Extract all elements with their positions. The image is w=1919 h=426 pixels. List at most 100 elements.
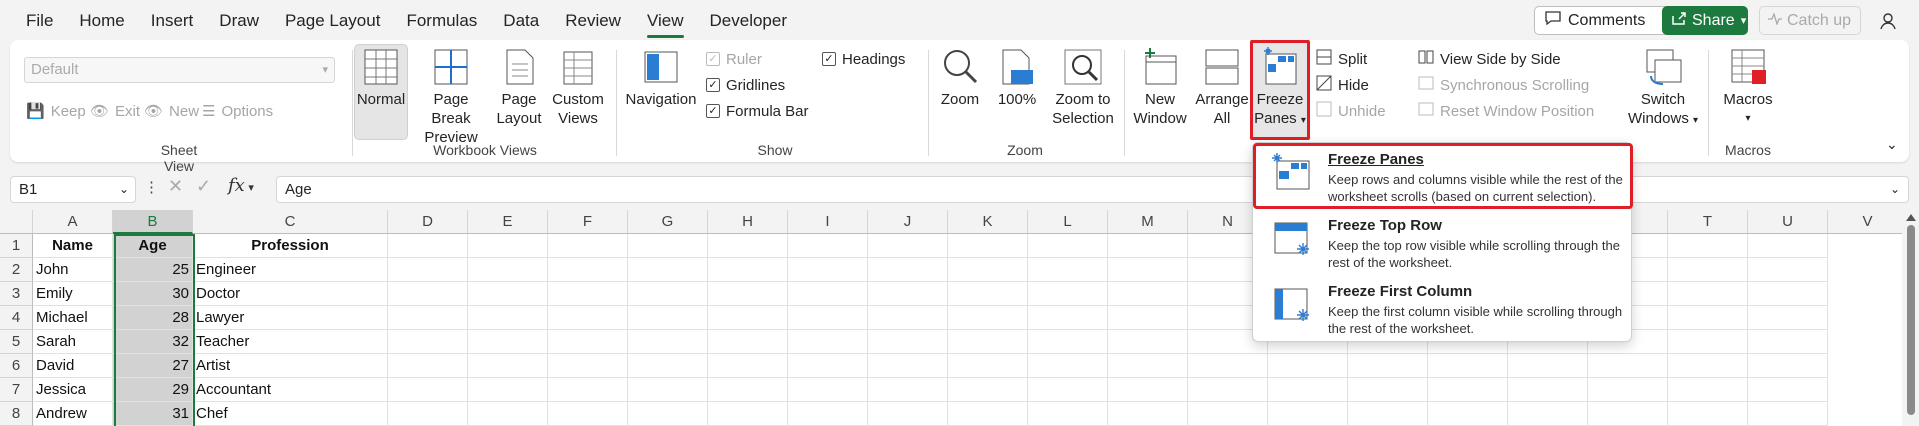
column-header-B[interactable]: B [113,210,193,234]
cell-H4[interactable] [708,306,788,330]
row-header-1[interactable]: 1 [0,234,33,258]
cell-M1[interactable] [1108,234,1188,258]
sheet-view-dropdown[interactable]: Default ▾ [24,57,335,83]
cell-F7[interactable] [548,378,628,402]
column-header-E[interactable]: E [468,210,548,234]
cell-J6[interactable] [868,354,948,378]
cell-E5[interactable] [468,330,548,354]
cell-O6[interactable] [1268,354,1348,378]
new-window-button[interactable]: New Window [1130,46,1190,128]
cell-C1[interactable]: Profession [193,234,388,258]
cell-H1[interactable] [708,234,788,258]
view-side-by-side-button[interactable]: View Side by Side [1418,48,1561,70]
zoom-100-button[interactable]: 100% [994,46,1040,109]
tab-data[interactable]: Data [490,0,552,40]
cell-G8[interactable] [628,402,708,426]
cell-B3[interactable]: 30 [113,282,193,306]
cell-P6[interactable] [1348,354,1428,378]
row-header-7[interactable]: 7 [0,378,33,402]
new-sheet-view-button[interactable]: 👁 New [144,100,199,122]
row-header-8[interactable]: 8 [0,402,33,426]
cell-F5[interactable] [548,330,628,354]
cell-L4[interactable] [1028,306,1108,330]
cell-A1[interactable]: Name [33,234,113,258]
cell-E3[interactable] [468,282,548,306]
column-header-L[interactable]: L [1028,210,1108,234]
cell-T2[interactable] [1668,258,1748,282]
freeze-panes-button[interactable]: Freeze Panes ▾ [1250,40,1310,140]
cell-J7[interactable] [868,378,948,402]
cell-L6[interactable] [1028,354,1108,378]
gridlines-checkbox[interactable]: ✓ Gridlines [706,74,785,96]
cell-G5[interactable] [628,330,708,354]
column-header-F[interactable]: F [548,210,628,234]
headings-checkbox[interactable]: ✓ Headings [822,48,905,70]
cell-I7[interactable] [788,378,868,402]
scroll-thumb[interactable] [1906,225,1915,415]
cell-R7[interactable] [1508,378,1588,402]
hide-button[interactable]: Hide [1316,74,1369,96]
normal-view-button[interactable]: Normal [356,46,406,109]
cell-U1[interactable] [1748,234,1828,258]
cell-J3[interactable] [868,282,948,306]
column-header-G[interactable]: G [628,210,708,234]
cell-J4[interactable] [868,306,948,330]
cell-M4[interactable] [1108,306,1188,330]
cell-N6[interactable] [1188,354,1268,378]
cell-C3[interactable]: Doctor [193,282,388,306]
column-header-K[interactable]: K [948,210,1028,234]
cell-J8[interactable] [868,402,948,426]
cell-C6[interactable]: Artist [193,354,388,378]
cell-T6[interactable] [1668,354,1748,378]
cell-M7[interactable] [1108,378,1188,402]
cell-S7[interactable] [1588,378,1668,402]
cell-A4[interactable]: Michael [33,306,113,330]
cell-M8[interactable] [1108,402,1188,426]
cell-T7[interactable] [1668,378,1748,402]
cell-U3[interactable] [1748,282,1828,306]
cell-E7[interactable] [468,378,548,402]
cell-U2[interactable] [1748,258,1828,282]
cell-M5[interactable] [1108,330,1188,354]
cell-L1[interactable] [1028,234,1108,258]
cell-F6[interactable] [548,354,628,378]
tab-view[interactable]: View [634,0,697,40]
cell-R8[interactable] [1508,402,1588,426]
tab-page-layout[interactable]: Page Layout [272,0,393,40]
cell-I5[interactable] [788,330,868,354]
freeze-first-column-menu-item[interactable]: Freeze First Column Keep the first colum… [1253,275,1633,339]
formula-input[interactable]: Age ⌄ [276,176,1909,203]
cell-E6[interactable] [468,354,548,378]
cell-D1[interactable] [388,234,468,258]
cell-K8[interactable] [948,402,1028,426]
page-layout-button[interactable]: Page Layout [496,46,542,128]
share-button[interactable]: Share ▾ [1662,6,1748,35]
cell-B2[interactable]: 25 [113,258,193,282]
cell-L2[interactable] [1028,258,1108,282]
cell-O8[interactable] [1268,402,1348,426]
column-header-J[interactable]: J [868,210,948,234]
cell-J2[interactable] [868,258,948,282]
cell-F1[interactable] [548,234,628,258]
cell-Q7[interactable] [1428,378,1508,402]
unhide-button[interactable]: Unhide [1316,100,1386,122]
cell-L3[interactable] [1028,282,1108,306]
cell-B4[interactable]: 28 [113,306,193,330]
cell-H8[interactable] [708,402,788,426]
cell-I6[interactable] [788,354,868,378]
cell-T1[interactable] [1668,234,1748,258]
cell-E4[interactable] [468,306,548,330]
cell-G3[interactable] [628,282,708,306]
cell-H5[interactable] [708,330,788,354]
cell-I8[interactable] [788,402,868,426]
catch-up-button[interactable]: Catch up [1759,6,1861,35]
column-header-U[interactable]: U [1748,210,1828,234]
column-header-M[interactable]: M [1108,210,1188,234]
cell-G2[interactable] [628,258,708,282]
keep-button[interactable]: 💾 Keep [26,100,86,122]
freeze-panes-menu-item[interactable]: Freeze Panes Keep rows and columns visib… [1253,143,1633,209]
ruler-checkbox[interactable]: ✓ Ruler [706,48,762,70]
cell-T4[interactable] [1668,306,1748,330]
cell-G1[interactable] [628,234,708,258]
column-header-D[interactable]: D [388,210,468,234]
